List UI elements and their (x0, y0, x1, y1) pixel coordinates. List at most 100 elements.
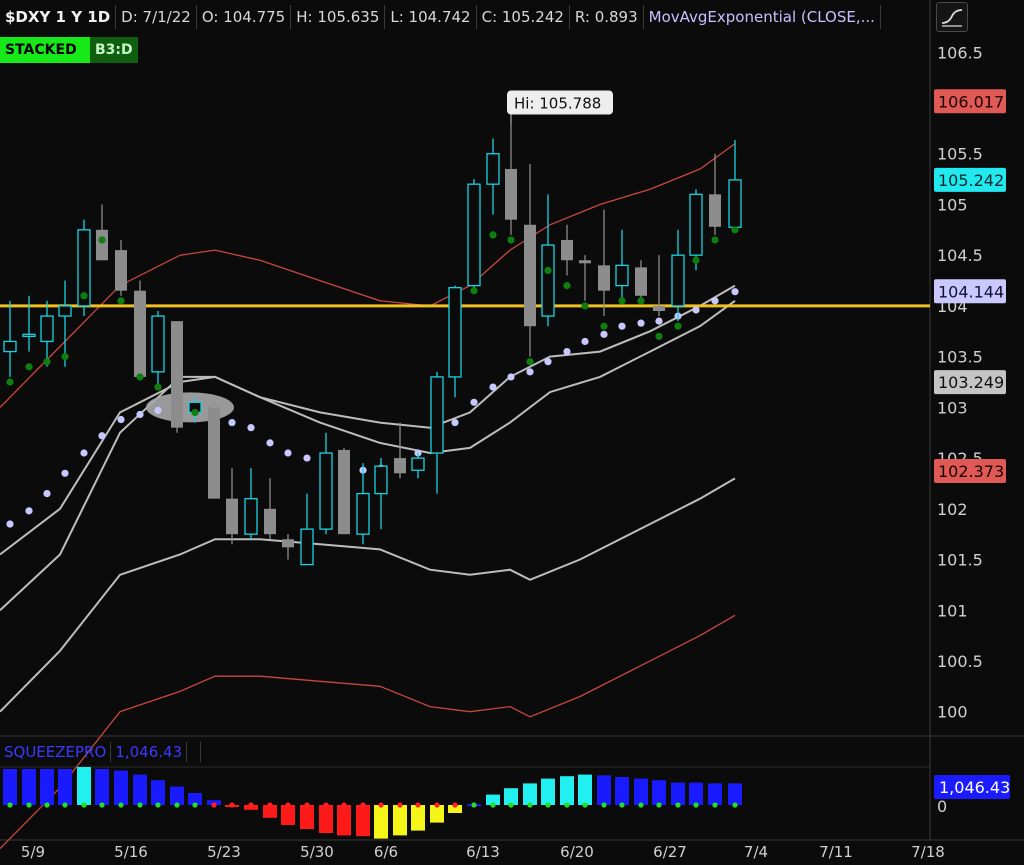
candle-body (541, 244, 555, 317)
sar-dot (581, 337, 589, 346)
drawing-tool-button[interactable] (936, 2, 968, 32)
squeeze-bar (170, 786, 184, 805)
sar-dot (154, 406, 162, 415)
x-tick-label: 7/18 (911, 843, 945, 861)
chart-header: $DXY 1 Y 1D D: 7/1/22 O: 104.775 H: 105.… (0, 4, 881, 30)
price-tag-label: 103.249 (938, 373, 1004, 392)
range-label: R: 0.893 (570, 5, 644, 29)
squeeze-bar (671, 782, 685, 805)
sar-dot (618, 322, 626, 330)
y-tick-label: 103 (937, 398, 968, 417)
candle-body (411, 457, 425, 471)
candle-down (208, 402, 220, 499)
squeeze-bar (597, 775, 611, 805)
squeeze-name[interactable]: SQUEEZEPRO (0, 742, 112, 762)
candle-body (226, 498, 238, 535)
x-tick-label: 6/13 (466, 843, 500, 861)
x-tick-label: 6/6 (374, 843, 398, 861)
signal-dot (674, 322, 682, 330)
y-tick-label: 102 (937, 500, 968, 519)
squeeze-bar (634, 778, 648, 805)
sar-dot (228, 418, 236, 427)
squeeze-dot (638, 802, 644, 808)
signal-dot (637, 297, 645, 305)
squeeze-dot (601, 802, 607, 808)
signal-dot (117, 297, 125, 305)
signal-dot (80, 292, 88, 300)
candle-down (171, 321, 183, 433)
sar-dot (303, 454, 311, 462)
squeeze-zero-label: 0 (937, 797, 947, 816)
price-tag-label: 102.373 (938, 462, 1004, 481)
candle-body (96, 229, 108, 261)
candle-body (430, 376, 444, 454)
candle-body (689, 193, 703, 256)
x-tick-label: 6/27 (653, 843, 687, 861)
squeeze-dot (360, 802, 366, 808)
sar-dot (25, 507, 33, 515)
sar-dot (600, 330, 608, 338)
candle-up (467, 179, 481, 291)
symbol-label[interactable]: $DXY 1 Y 1D (0, 5, 117, 29)
sar-dot (526, 368, 534, 376)
squeeze-dot (471, 802, 477, 808)
candle-body (635, 267, 647, 296)
candle-body (486, 153, 500, 185)
close-label: C: 105.242 (477, 5, 570, 29)
sar-dot (61, 469, 69, 477)
candle-body (524, 224, 536, 327)
squeeze-bar (560, 776, 574, 805)
squeeze-dot (415, 802, 421, 808)
squeeze-dot (99, 802, 105, 808)
squeeze-dot (434, 802, 440, 808)
signal-dot (711, 236, 719, 244)
sar-dot (470, 398, 478, 406)
squeeze-dot (44, 802, 50, 808)
squeeze-bar (728, 783, 742, 805)
sar-dot (507, 373, 515, 381)
squeeze-dot (397, 802, 403, 808)
price-panel (0, 32, 930, 732)
squeeze-bar (393, 805, 407, 836)
candle-body (598, 265, 610, 291)
squeeze-dot (582, 802, 588, 808)
squeeze-dot (527, 802, 533, 808)
sar-dot (136, 410, 144, 419)
price-chart[interactable]: 106.5106105.5105104.5104103.5103102.5102… (0, 0, 1024, 865)
squeeze-value: 1,046.43 (111, 742, 188, 762)
candle-body (709, 194, 721, 227)
candle-body (338, 449, 350, 535)
low-label: L: 104.742 (385, 5, 477, 29)
y-tick-label: 105.5 (937, 145, 983, 164)
squeeze-bar (151, 780, 165, 805)
squeeze-bar (114, 770, 128, 805)
candle-body (115, 250, 127, 291)
sar-dot (489, 383, 497, 391)
signal-dot (98, 236, 106, 244)
squeeze-dot (378, 802, 384, 808)
candle-body (208, 407, 220, 499)
signal-dot (692, 256, 700, 264)
signal-dot (136, 373, 144, 381)
sar-dot (6, 520, 14, 528)
sar-dot (247, 424, 255, 432)
signal-dot (731, 226, 739, 234)
sar-dot (563, 347, 571, 356)
squeeze-dot (137, 802, 143, 808)
y-tick-label: 100 (937, 703, 968, 722)
sar-dot (544, 358, 552, 366)
sar-dot (655, 317, 663, 325)
study-label[interactable]: MovAvgExponential (CLOSE,... (644, 5, 881, 29)
squeeze-bar (374, 805, 388, 839)
candle-body (300, 528, 314, 566)
squeeze-dot (619, 802, 625, 808)
squeeze-bar (95, 769, 109, 805)
squeeze-bar (689, 782, 703, 805)
y-tick-label: 104.5 (937, 246, 983, 265)
candle-body (3, 340, 17, 353)
y-tick-label: 100.5 (937, 652, 983, 671)
squeeze-dot (564, 802, 570, 808)
signal-dot (489, 231, 497, 239)
squeeze-dot (267, 802, 273, 808)
candle-body (282, 539, 294, 548)
